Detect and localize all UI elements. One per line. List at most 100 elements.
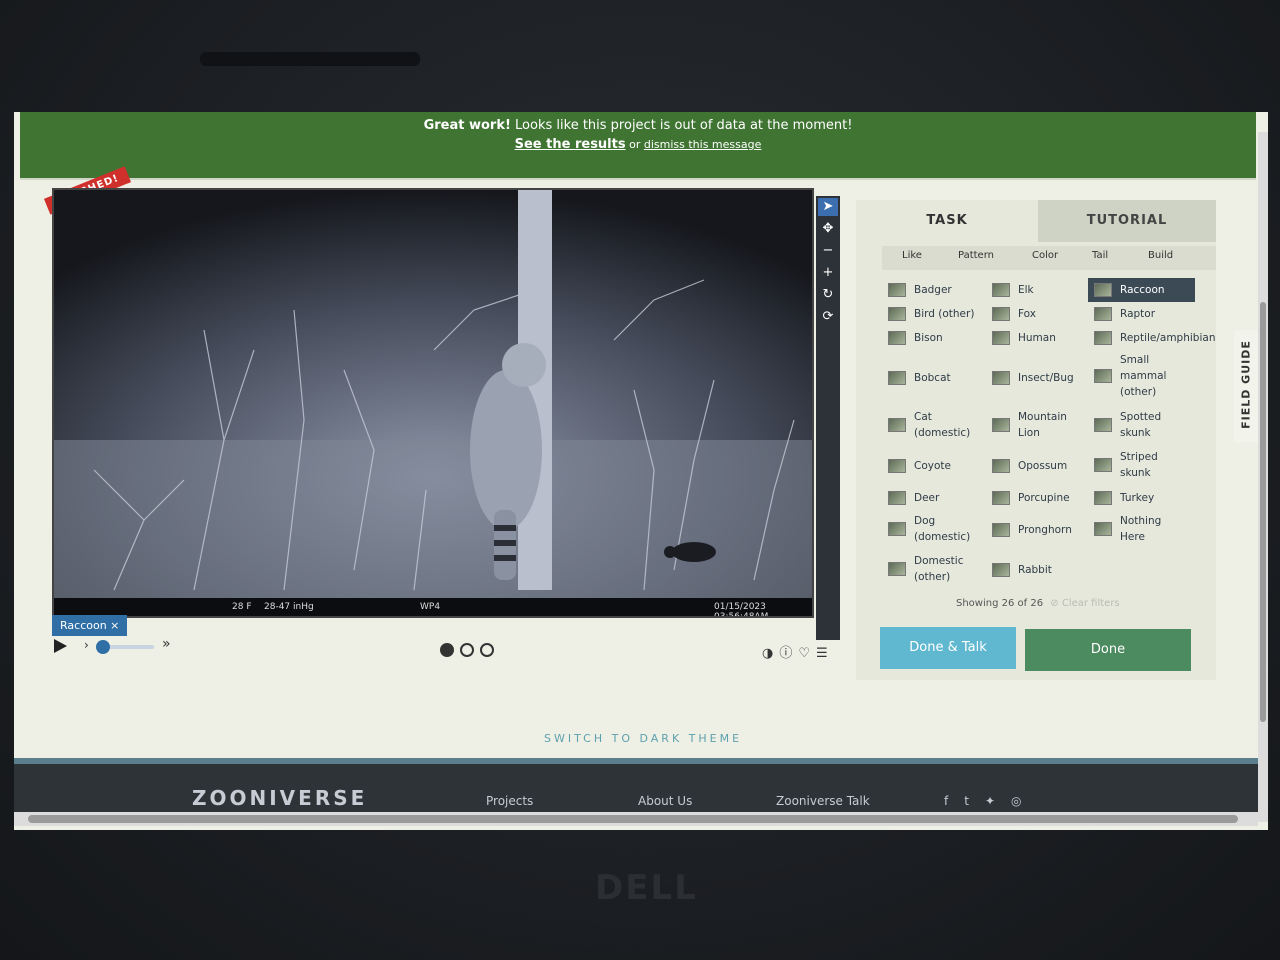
field-guide-tab[interactable]: FIELD GUIDE [1234, 330, 1258, 442]
choice-insect-bug[interactable]: Insect/Bug [992, 368, 1074, 388]
frame-player: › » [54, 636, 194, 656]
move-icon[interactable]: ✥ [818, 220, 838, 238]
frame-slider-handle[interactable] [96, 640, 110, 654]
frame-dot-1[interactable] [440, 643, 454, 657]
frame-dot-3[interactable] [480, 643, 494, 657]
animal-thumb [992, 283, 1010, 297]
banner-strong: Great work! [423, 118, 511, 133]
tab-tutorial[interactable]: TUTORIAL [1038, 200, 1216, 242]
choice-bison[interactable]: Bison [888, 328, 943, 348]
choice-spotted-skunk[interactable]: Spotted skunk [1094, 408, 1174, 442]
switch-theme-link[interactable]: SWITCH TO DARK THEME [544, 732, 742, 745]
choice-elk[interactable]: Elk [992, 280, 1034, 300]
temperature-readout: 28 F [232, 602, 252, 612]
browser-screen: Great work! Looks like this project is o… [14, 112, 1268, 830]
animal-thumb [888, 491, 906, 505]
bluesky-icon[interactable]: ✦ [985, 794, 995, 808]
animal-thumb [1094, 458, 1112, 472]
choice-turkey[interactable]: Turkey [1094, 488, 1154, 508]
trail-camera-photo [54, 190, 812, 600]
pointer-icon[interactable]: ➤ [818, 198, 838, 216]
choice-raptor[interactable]: Raptor [1094, 304, 1155, 324]
footer-link-talk[interactable]: Zooniverse Talk [776, 794, 870, 808]
fast-forward-icon[interactable]: » [162, 636, 171, 652]
choice-fox[interactable]: Fox [992, 304, 1036, 324]
collections-list-icon[interactable]: ☰ [816, 646, 828, 661]
choice-coyote[interactable]: Coyote [888, 456, 951, 476]
animal-thumb [1094, 331, 1112, 345]
done-button[interactable]: Done [1025, 629, 1191, 671]
animal-thumb [888, 522, 906, 536]
animal-thumb [1094, 283, 1112, 297]
choice-domestic-other[interactable]: Domestic (other) [888, 552, 978, 586]
choice-raccoon[interactable]: Raccoon [1088, 278, 1195, 302]
reset-icon[interactable]: ⟳ [818, 308, 838, 326]
zoom-in-icon[interactable]: + [818, 264, 838, 282]
animal-thumb [1094, 369, 1112, 383]
camera-info-strip: 28 F 28-47 inHg WP4 01/15/2023 03:56:48A… [54, 598, 812, 616]
filter-color[interactable]: Color [1032, 250, 1058, 261]
selected-tag-raccoon[interactable]: Raccoon × [52, 615, 128, 636]
see-results-link[interactable]: See the results [515, 137, 626, 152]
animal-thumb [888, 562, 906, 576]
zoom-out-icon[interactable]: − [818, 242, 838, 260]
frame-dot-2[interactable] [460, 643, 474, 657]
animal-thumb [1094, 418, 1112, 432]
tab-task[interactable]: TASK [856, 200, 1038, 242]
dismiss-message-link[interactable]: dismiss this message [644, 138, 762, 151]
choice-human[interactable]: Human [992, 328, 1056, 348]
banner-message: Looks like this project is out of data a… [515, 118, 853, 133]
task-panel: TASK TUTORIAL Like Pattern Color Tail Bu… [856, 200, 1216, 680]
choice-pronghorn[interactable]: Pronghorn [992, 520, 1072, 540]
choice-dog-domestic[interactable]: Dog (domestic) [888, 512, 984, 546]
clear-filters-label: Clear filters [1061, 598, 1120, 609]
vertical-scroll-thumb[interactable] [1260, 302, 1266, 722]
facebook-icon[interactable]: f [944, 794, 948, 808]
choice-mountain-lion[interactable]: Mountain Lion [992, 408, 1068, 442]
favorite-heart-icon[interactable]: ♡ [798, 646, 810, 661]
animal-thumb [888, 371, 906, 385]
info-icon[interactable]: ⓘ [779, 646, 792, 661]
animal-thumb [1094, 491, 1112, 505]
choice-rabbit[interactable]: Rabbit [992, 560, 1052, 580]
instagram-icon[interactable]: ◎ [1011, 794, 1021, 808]
choice-bobcat[interactable]: Bobcat [888, 368, 951, 388]
zooniverse-logo[interactable]: ZOONIVERSE [192, 786, 367, 810]
photo-timestamp: 01/15/2023 03:56:48AM [714, 602, 769, 618]
choice-nothing-here[interactable]: Nothing Here [1094, 512, 1174, 546]
done-and-talk-button[interactable]: Done & Talk [880, 627, 1016, 669]
choice-badger[interactable]: Badger [888, 280, 952, 300]
horizontal-scrollbar[interactable] [14, 812, 1258, 826]
choice-porcupine[interactable]: Porcupine [992, 488, 1070, 508]
filter-pattern[interactable]: Pattern [958, 250, 994, 261]
clear-filters-button[interactable]: ⊘ Clear filters [1050, 598, 1119, 609]
choice-reptile-amphibian[interactable]: Reptile/amphibian [1094, 328, 1215, 348]
banner-or: or [629, 138, 641, 151]
showing-count: Showing 26 of 26 ⊘ Clear filters [956, 598, 1120, 609]
play-icon[interactable] [54, 639, 67, 653]
choice-deer[interactable]: Deer [888, 488, 939, 508]
social-links: f t ✦ ◎ [944, 794, 1038, 808]
filter-tail[interactable]: Tail [1092, 250, 1108, 261]
choice-striped-skunk[interactable]: Striped skunk [1094, 448, 1174, 482]
twitter-icon[interactable]: t [964, 794, 969, 808]
contrast-icon[interactable]: ◑ [762, 646, 773, 661]
completion-banner: Great work! Looks like this project is o… [20, 112, 1256, 180]
pressure-readout: 28-47 inHg [264, 602, 314, 612]
filter-like[interactable]: Like [902, 250, 922, 261]
footer-link-projects[interactable]: Projects [486, 794, 533, 808]
choice-cat-domestic[interactable]: Cat (domestic) [888, 408, 978, 442]
subject-image[interactable]: 28 F 28-47 inHg WP4 01/15/2023 03:56:48A… [52, 188, 814, 618]
clear-icon: ⊘ [1050, 598, 1059, 609]
choice-bird-other[interactable]: Bird (other) [888, 304, 974, 324]
footer-link-about[interactable]: About Us [638, 794, 692, 808]
choice-opossum[interactable]: Opossum [992, 456, 1067, 476]
animal-thumb [992, 307, 1010, 321]
showing-text: Showing 26 of 26 [956, 598, 1044, 609]
horizontal-scroll-thumb[interactable] [28, 815, 1238, 823]
rotate-icon[interactable]: ↻ [818, 286, 838, 304]
vertical-scrollbar[interactable] [1258, 132, 1268, 822]
step-forward-icon[interactable]: › [84, 638, 89, 652]
choice-small-mammal-other[interactable]: Small mammal (other) [1094, 352, 1184, 400]
filter-build[interactable]: Build [1148, 250, 1173, 261]
